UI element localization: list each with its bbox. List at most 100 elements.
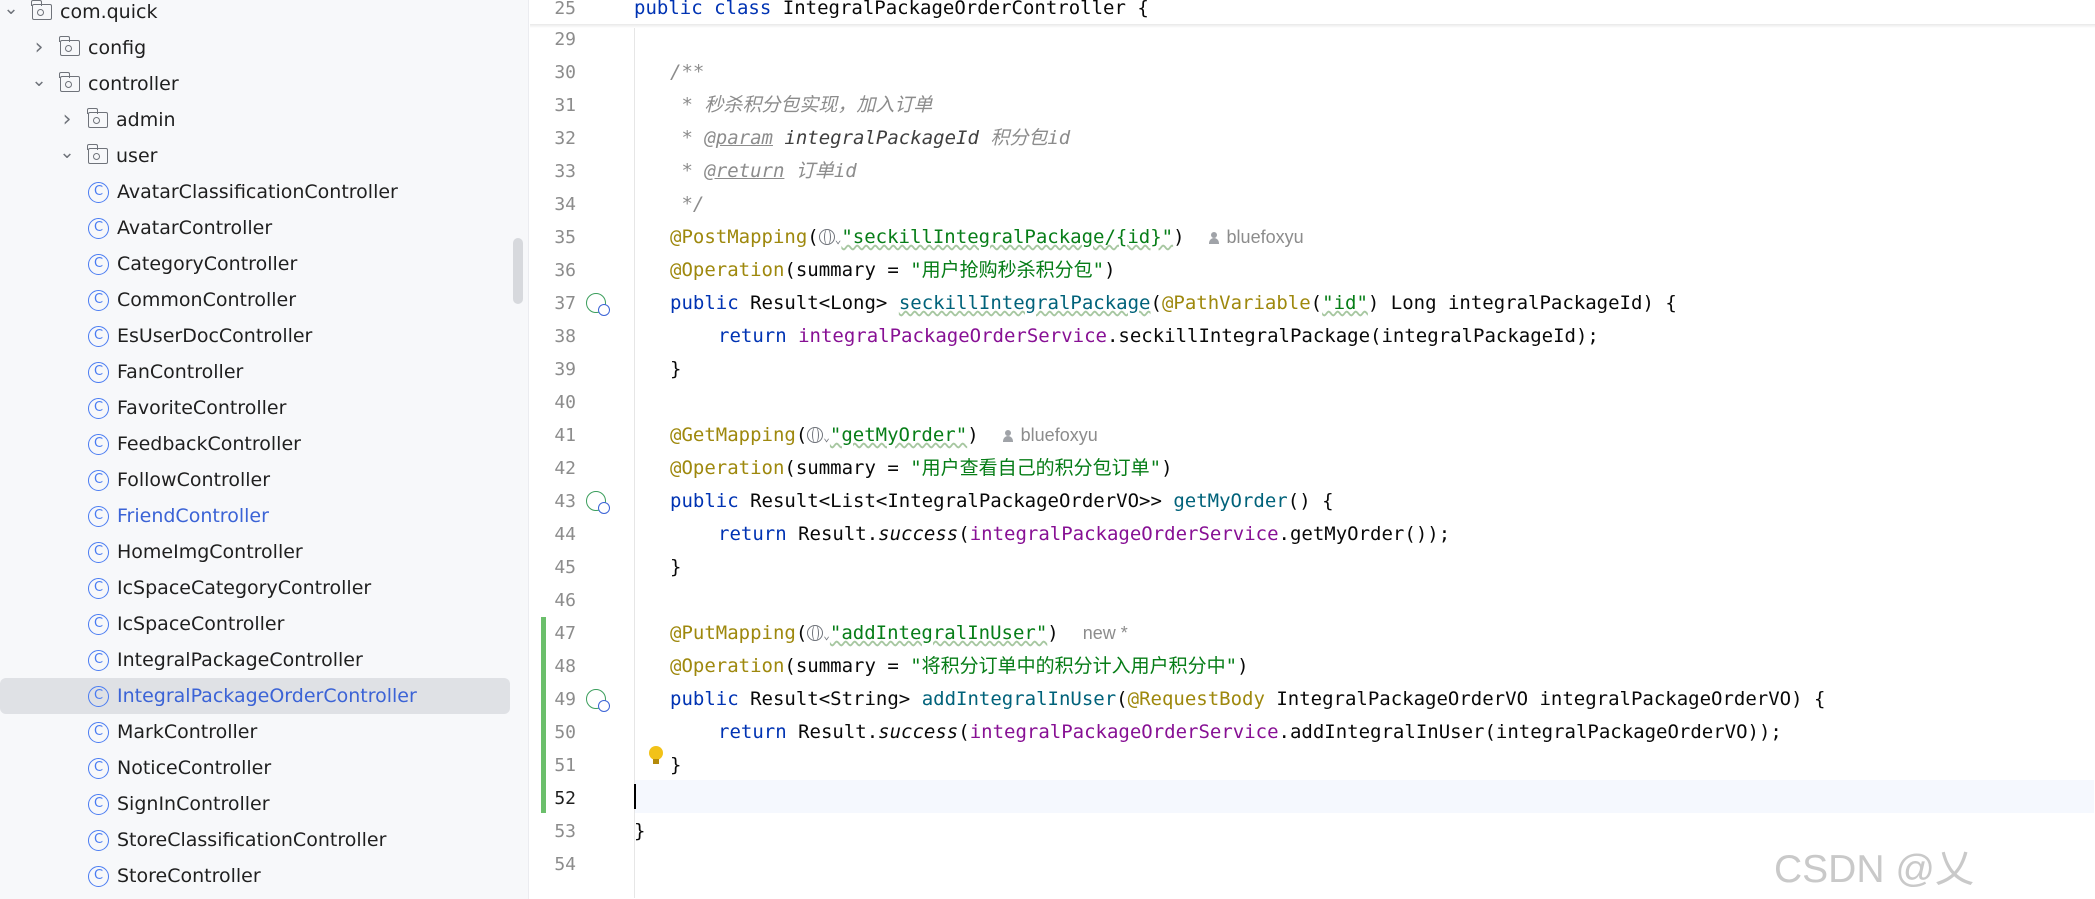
vcs-change-marker[interactable] [541, 617, 546, 813]
tree-class-item[interactable]: C SignInController [0, 786, 510, 822]
tree-folder-user[interactable]: ⌄ user [0, 138, 510, 174]
line-number[interactable]: 30 [530, 56, 576, 89]
tree-item-label: IntegralPackageController [117, 649, 363, 671]
package-folder-icon [87, 144, 108, 164]
line-number[interactable]: 49 [530, 683, 576, 716]
java-class-icon: C [88, 181, 109, 203]
tree-class-item[interactable]: C IntegralPackageController [0, 642, 510, 678]
person-icon [1208, 232, 1219, 244]
chevron-down-icon[interactable]: ⌄ [30, 70, 48, 91]
doc-param: * @param integralPackageId 积分包id [670, 127, 1071, 149]
tree-class-item[interactable]: C IcSpaceController [0, 606, 510, 642]
globe-icon[interactable] [818, 228, 835, 245]
line-number[interactable]: 38 [530, 320, 576, 353]
method-signature: public Result<List<IntegralPackageOrderV… [670, 490, 1334, 512]
tree-class-item[interactable]: C IntegralPackageOrderController [0, 678, 510, 714]
tree-folder-admin[interactable]: › admin [0, 102, 510, 138]
method-signature: public Result<String> addIntegralInUser(… [670, 688, 1826, 710]
tree-class-item[interactable]: C EsUserDocController [0, 318, 510, 354]
return-statement: return Result.success(integralPackageOrd… [718, 523, 1451, 545]
line-number[interactable]: 39 [530, 353, 576, 386]
line-number[interactable]: 41 [530, 419, 576, 452]
tree-item-label: FriendController [117, 505, 269, 527]
package-folder-icon [31, 0, 52, 20]
line-number[interactable]: 42 [530, 452, 576, 485]
line-number[interactable]: 50 [530, 716, 576, 749]
java-class-icon: C [88, 613, 109, 635]
line-number[interactable]: 54 [530, 848, 576, 881]
tree-class-item[interactable]: C MarkController [0, 714, 510, 750]
tree-class-item[interactable]: C HomeImgController [0, 534, 510, 570]
chevron-right-icon[interactable]: › [30, 35, 48, 60]
line-number[interactable]: 35 [530, 221, 576, 254]
tree-class-item[interactable]: C FavoriteController [0, 390, 510, 426]
line-number[interactable]: 43 [530, 485, 576, 518]
tree-item-label: CategoryController [117, 253, 298, 275]
endpoint-gutter-icon[interactable] [586, 689, 610, 712]
chevron-down-icon[interactable]: ⌄ [823, 431, 830, 444]
line-number[interactable]: 47 [530, 617, 576, 650]
chevron-down-icon[interactable]: ⌄ [823, 629, 830, 642]
line-number[interactable]: 31 [530, 89, 576, 122]
tree-class-item[interactable]: C NoticeController [0, 750, 510, 786]
return-statement: return Result.success(integralPackageOrd… [718, 721, 1782, 743]
new-hint[interactable]: new * [1083, 623, 1128, 643]
project-tree-scrollbar[interactable] [513, 238, 523, 304]
tree-class-item[interactable]: C FriendController [0, 498, 510, 534]
java-class-icon: C [88, 721, 109, 743]
tree-class-item[interactable]: C StoreController [0, 858, 510, 894]
endpoint-gutter-icon[interactable] [586, 491, 610, 514]
author-hint[interactable]: bluefoxyu [1208, 227, 1304, 247]
line-number[interactable]: 32 [530, 122, 576, 155]
line-number[interactable]: 36 [530, 254, 576, 287]
line-number[interactable]: 44 [530, 518, 576, 551]
line-number[interactable]: 53 [530, 815, 576, 848]
line-number[interactable]: 48 [530, 650, 576, 683]
line-number[interactable]: 51 [530, 749, 576, 782]
author-hint[interactable]: bluefoxyu [1002, 425, 1098, 445]
lightbulb-icon[interactable] [649, 746, 663, 764]
line-number[interactable]: 46 [530, 584, 576, 617]
doc-close: */ [670, 193, 705, 215]
tree-class-item[interactable]: C FeedbackController [0, 426, 510, 462]
chevron-down-icon[interactable]: ⌄ [58, 142, 76, 163]
line-number[interactable]: 25 [530, 0, 576, 25]
tree-class-item[interactable]: C AvatarController [0, 210, 510, 246]
sticky-class-header: public class IntegralPackageOrderControl… [634, 0, 1149, 19]
tree-item-label: StoreController [117, 865, 261, 887]
tree-item-label: controller [88, 73, 179, 95]
line-number[interactable]: 34 [530, 188, 576, 221]
line-number[interactable]: 45 [530, 551, 576, 584]
java-class-icon: C [88, 541, 109, 563]
line-number[interactable]: 40 [530, 386, 576, 419]
java-class-icon: C [88, 505, 109, 527]
line-number[interactable]: 33 [530, 155, 576, 188]
globe-icon[interactable] [807, 426, 824, 443]
tree-class-item[interactable]: C FollowController [0, 462, 510, 498]
doc-return: * @return 订单id [670, 160, 857, 182]
tree-class-item[interactable]: C IcSpaceCategoryController [0, 570, 510, 606]
chevron-right-icon[interactable]: › [58, 107, 76, 132]
line-number[interactable]: 37 [530, 287, 576, 320]
tree-class-item[interactable]: C CommonController [0, 282, 510, 318]
tree-class-item[interactable]: C AvatarClassificationController [0, 174, 510, 210]
tree-item-label: FollowController [117, 469, 271, 491]
package-folder-icon [87, 108, 108, 128]
tree-item-label: SignInController [117, 793, 270, 815]
code-editor[interactable]: 25 29 30 31 32 33 34 35 36 37 38 39 40 41 42 43 44 45 46 47… [530, 0, 2095, 899]
tree-class-item[interactable]: C FanController [0, 354, 510, 390]
code-area[interactable]: public class IntegralPackageOrderControl… [634, 0, 2094, 899]
tree-folder-com-quick[interactable]: ⌄ com.quick [0, 0, 510, 30]
tree-class-item[interactable]: C CategoryController [0, 246, 510, 282]
line-number[interactable]: 52 [530, 782, 576, 815]
endpoint-gutter-icon[interactable] [586, 293, 610, 316]
globe-icon[interactable] [807, 624, 824, 641]
put-mapping-annotation: @PutMapping(⌄"addIntegralInUser") new * [670, 622, 1128, 644]
operation-annotation: @Operation(summary = "将积分订单中的积分计入用户积分中") [670, 655, 1249, 677]
tree-folder-config[interactable]: › config [0, 30, 510, 66]
tree-item-label: FavoriteController [117, 397, 287, 419]
chevron-down-icon[interactable]: ⌄ [2, 0, 20, 19]
method-close: } [670, 754, 682, 776]
tree-class-item[interactable]: C StoreClassificationController [0, 822, 510, 858]
tree-folder-controller[interactable]: ⌄ controller [0, 66, 510, 102]
